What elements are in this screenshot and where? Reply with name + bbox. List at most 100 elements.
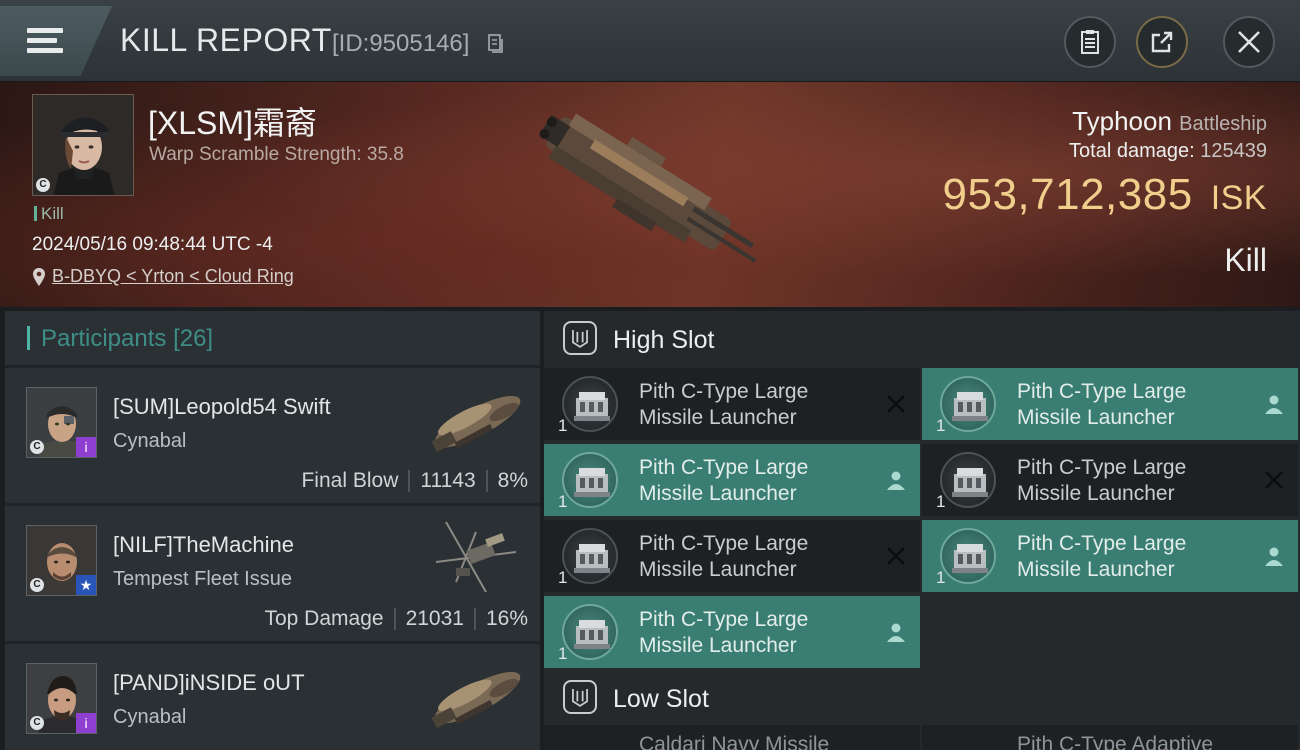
participants-count: [26]: [173, 325, 214, 352]
module-name: Pith C-Type Large Missile Launcher: [1017, 379, 1186, 431]
low-slot-module[interactable]: Caldari Navy Missile: [544, 725, 920, 750]
warp-scramble-strength: Warp Scramble Strength: 35.8: [149, 144, 404, 165]
participant-portrait[interactable]: C i: [26, 663, 97, 734]
copy-icon[interactable]: [488, 34, 504, 54]
missile-launcher-icon: [562, 528, 618, 584]
participant-portrait[interactable]: C ★: [26, 525, 97, 596]
corp-icon: C: [30, 440, 44, 454]
hamburger-icon: [27, 28, 63, 54]
destroyed-icon: [887, 395, 905, 413]
module-name-line1: Pith C-Type Large: [1017, 456, 1187, 479]
clipboard-button[interactable]: [1064, 16, 1116, 68]
corp-icon: C: [36, 178, 50, 192]
participant-row[interactable]: C ★ [NILF]TheMachine Tempest Fleet Issue…: [5, 506, 540, 641]
total-damage-label: Total damage:: [1069, 140, 1195, 162]
low-slot-module[interactable]: Pith C-Type Adaptive: [922, 725, 1298, 750]
kill-location[interactable]: B-DBYQ < Yrton < Cloud Ring: [32, 266, 294, 287]
low-slot-header: Low Slot: [544, 670, 1300, 730]
cynabal-ship-image: [431, 395, 521, 453]
dropped-icon: [1265, 547, 1283, 566]
victim-banner: C [XLSM]霜裔 Warp Scramble Strength: 35.8 …: [0, 82, 1300, 307]
module-name: Pith C-Type Large Missile Launcher: [1017, 531, 1186, 583]
kill-result: Kill: [1224, 242, 1267, 278]
participant-name: [NILF]TheMachine: [113, 532, 294, 557]
high-slot-module[interactable]: 1 Pith C-Type Large Missile Launcher: [544, 596, 920, 668]
participant-percent: 8%: [497, 469, 528, 492]
participant-portrait[interactable]: C i: [26, 387, 97, 458]
module-name: Pith C-Type Large Missile Launcher: [639, 455, 808, 507]
participant-ship: Cynabal: [113, 706, 187, 728]
participant-row[interactable]: C i [PAND]iNSIDE oUT Cynabal: [5, 644, 540, 750]
menu-button[interactable]: [0, 6, 112, 76]
high-slot-module[interactable]: 1 Pith C-Type Large Missile Launcher: [922, 444, 1298, 516]
missile-launcher-icon: [940, 452, 996, 508]
high-slot-module[interactable]: 1 Pith C-Type Large Missile Launcher: [544, 444, 920, 516]
module-quantity: 1: [936, 416, 946, 435]
missile-launcher-icon: [940, 376, 996, 432]
module-name-line2: Missile Launcher: [639, 634, 797, 657]
module-name: Pith C-Type Large Missile Launcher: [639, 607, 808, 659]
participant-stats: Top Damage 21031 16%: [264, 607, 528, 631]
dropped-icon: [887, 471, 905, 490]
total-damage: Total damage: 125439: [1069, 140, 1267, 163]
module-name-line1: Pith C-Type Large: [639, 532, 809, 555]
participants-panel: Participants [26] C i [SUM]Leopold54 Swi…: [5, 311, 540, 750]
victim-name[interactable]: [XLSM]霜裔: [148, 98, 317, 144]
module-name-line2: Missile Launcher: [639, 558, 797, 581]
victim-portrait[interactable]: C: [32, 94, 134, 196]
participant-stats: Final Blow 11143 8%: [301, 469, 528, 493]
module-name: Pith C-Type Adaptive: [1017, 733, 1214, 750]
location-link[interactable]: B-DBYQ < Yrton < Cloud Ring: [52, 266, 294, 287]
module-name: Pith C-Type Large Missile Launcher: [639, 531, 808, 583]
high-slot-module[interactable]: 1 Pith C-Type Large Missile Launcher: [922, 520, 1298, 592]
module-name-line1: Pith C-Type Large: [1017, 532, 1187, 555]
participant-row[interactable]: C i [SUM]Leopold54 Swift Cynabal Final B…: [5, 368, 540, 503]
isk-value: 953,712,385 ISK: [943, 170, 1268, 220]
low-slot-title: Low Slot: [613, 685, 709, 713]
module-name-line1: Pith C-Type Large: [639, 380, 809, 403]
module-name-line2: Missile Launcher: [639, 482, 797, 505]
module-quantity: 1: [936, 492, 946, 511]
high-slot-module[interactable]: 1 Pith C-Type Large Missile Launcher: [922, 368, 1298, 440]
kill-datetime: 2024/05/16 09:48:44 UTC -4: [32, 234, 273, 255]
ship-name: Typhoon: [1072, 106, 1172, 136]
star-icon: ★: [76, 575, 96, 595]
module-name-line1: Pith C-Type Large: [639, 608, 809, 631]
module-name-line2: Missile Launcher: [1017, 482, 1175, 505]
share-button[interactable]: [1136, 16, 1188, 68]
module-name: Pith C-Type Large Missile Launcher: [639, 379, 808, 431]
module-name: Caldari Navy Missile: [639, 733, 830, 750]
module-quantity: 1: [558, 568, 568, 587]
participant-ship: Tempest Fleet Issue: [113, 568, 292, 590]
cynabal-ship-image: [431, 671, 521, 729]
destroyed-icon: [887, 547, 905, 565]
high-slot-icon: [563, 321, 597, 355]
tempest-fleet-issue-ship-image: [435, 521, 517, 593]
security-status-icon: i: [76, 713, 96, 733]
participants-title-text: Participants: [41, 325, 167, 352]
corp-icon: C: [30, 716, 44, 730]
share-icon: [1151, 31, 1173, 53]
ship-type: Typhoon Battleship: [1072, 106, 1267, 137]
close-button[interactable]: [1223, 16, 1275, 68]
high-slot-module[interactable]: 1 Pith C-Type Large Missile Launcher: [544, 520, 920, 592]
isk-unit: ISK: [1210, 179, 1267, 217]
clipboard-icon: [1081, 30, 1099, 54]
high-slot-module[interactable]: 1 Pith C-Type Large Missile Launcher: [544, 368, 920, 440]
module-name: Pith C-Type Large Missile Launcher: [1017, 455, 1186, 507]
module-name-line2: Missile Launcher: [1017, 406, 1175, 429]
module-name-line2: Missile Launcher: [639, 406, 797, 429]
page-title: KILL REPORT: [120, 22, 332, 58]
participant-percent: 16%: [485, 607, 528, 630]
participants-header[interactable]: Participants [26]: [5, 311, 540, 365]
module-quantity: 1: [558, 644, 568, 663]
kill-id: [ID:9505146]: [332, 30, 470, 57]
module-quantity: 1: [558, 416, 568, 435]
missile-launcher-icon: [562, 376, 618, 432]
fitting-panel: High Slot 1 Pith C-Type Large Missile Laun…: [544, 311, 1300, 750]
module-quantity: 1: [936, 568, 946, 587]
participant-damage: 21031: [405, 607, 464, 630]
security-status-icon: i: [76, 437, 96, 457]
victim-ship-image: [538, 113, 757, 263]
destroyed-icon: [1265, 471, 1283, 489]
